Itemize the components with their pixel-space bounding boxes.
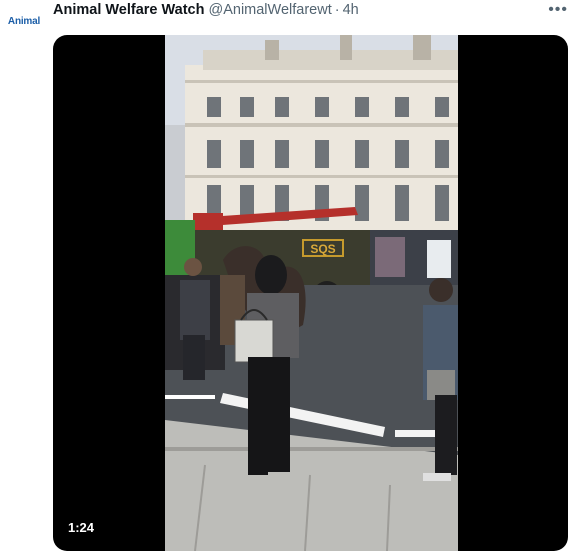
more-options-button[interactable]: ••• bbox=[548, 1, 568, 19]
timestamp[interactable]: 4h bbox=[343, 2, 359, 18]
separator-dot: · bbox=[334, 2, 340, 18]
avatar[interactable]: Animal bbox=[4, 12, 44, 30]
more-horizontal-icon: ••• bbox=[548, 1, 568, 18]
video-frame[interactable]: SQS bbox=[165, 35, 458, 551]
video-still: SQS bbox=[165, 35, 458, 551]
author-handle[interactable]: @AnimalWelfarewt bbox=[208, 2, 331, 18]
tweet-header: Animal Welfare Watch @AnimalWelfarewt · … bbox=[53, 1, 359, 19]
author-name[interactable]: Animal Welfare Watch bbox=[53, 2, 204, 18]
video-duration-badge: 1:24 bbox=[62, 518, 101, 537]
avatar-text: Animal bbox=[7, 15, 41, 27]
truck-logo-text: SQS bbox=[310, 242, 335, 256]
video-player[interactable]: SQS 1:24 bbox=[53, 35, 568, 551]
